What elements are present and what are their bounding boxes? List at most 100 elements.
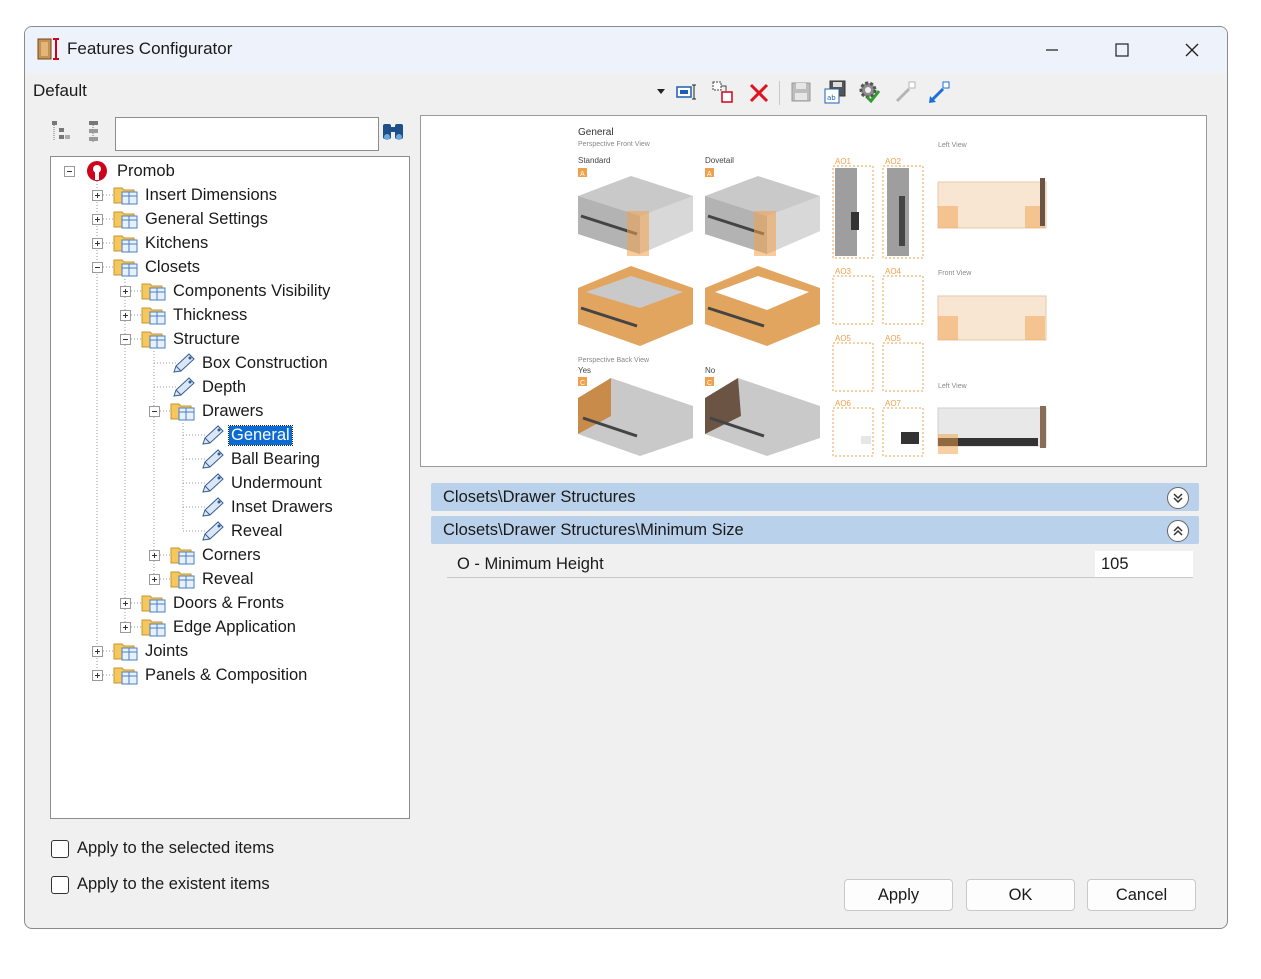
chevron-double-up-icon[interactable]: [1167, 520, 1189, 542]
features-tree[interactable]: Promob Insert Dimensions General Setting…: [50, 156, 410, 819]
expand-all-icon[interactable]: [51, 120, 71, 144]
category-drawer-structures[interactable]: Closets\Drawer Structures: [431, 483, 1199, 511]
tree-node-undermount[interactable]: Undermount: [199, 472, 324, 494]
drawer-back-no-image: [705, 378, 820, 456]
tree-node-joints[interactable]: Joints: [113, 640, 190, 662]
maximize-button[interactable]: [1087, 27, 1157, 73]
preview-left-view2-label: Left View: [938, 383, 968, 390]
tree-node-reveal-drawers[interactable]: Reveal: [199, 520, 284, 542]
expand-doors-fronts-toggle[interactable]: [120, 598, 131, 609]
folder-open-icon: [170, 403, 195, 421]
category-label: Closets\Drawer Structures\Minimum Size: [443, 521, 744, 539]
tree-node-label: Promob: [117, 161, 175, 180]
tree-node-general[interactable]: General: [199, 424, 293, 446]
tree-node-ball-bearing[interactable]: Ball Bearing: [199, 448, 322, 470]
new-profile-icon[interactable]: [711, 79, 735, 105]
svg-text:AO5: AO5: [885, 334, 902, 343]
minimum-height-value-field[interactable]: 105: [1095, 551, 1193, 577]
chevron-double-down-icon[interactable]: [1167, 487, 1189, 509]
preview-panel: General Perspective Front View Standard …: [420, 115, 1207, 467]
checkbox-label: Apply to the existent items: [77, 875, 270, 893]
folder-icon: [113, 643, 138, 661]
drawer-standard-image: [578, 176, 693, 256]
tree-node-box-construction[interactable]: Box Construction: [170, 352, 330, 374]
collapse-structure-toggle[interactable]: [120, 334, 131, 345]
preview-left-view-label: Left View: [938, 142, 968, 149]
expand-reveal-toggle[interactable]: [149, 574, 160, 585]
collapse-all-icon[interactable]: [87, 120, 101, 144]
collapse-promob-toggle[interactable]: [64, 166, 75, 177]
expand-insert-dimensions-toggle[interactable]: [92, 190, 103, 201]
cancel-button[interactable]: Cancel: [1087, 879, 1196, 911]
svg-text:AO1: AO1: [835, 157, 852, 166]
save-icon[interactable]: [789, 79, 813, 105]
tree-node-promob[interactable]: Promob: [85, 160, 177, 182]
expand-general-settings-toggle[interactable]: [92, 214, 103, 225]
tree-node-inset-drawers[interactable]: Inset Drawers: [199, 496, 335, 518]
drawer-back-yes-image: [578, 378, 693, 456]
preview-front-label: Perspective Front View: [578, 141, 651, 148]
checkbox-box[interactable]: [51, 875, 69, 894]
svg-text:A: A: [707, 171, 712, 178]
tree-node-label: Corners: [202, 545, 261, 564]
expand-components-visibility-toggle[interactable]: [120, 286, 131, 297]
folder-icon: [141, 307, 166, 325]
category-minimum-size[interactable]: Closets\Drawer Structures\Minimum Size: [431, 516, 1199, 544]
ok-button[interactable]: OK: [966, 879, 1075, 911]
tree-node-insert-dimensions[interactable]: Insert Dimensions: [113, 184, 279, 206]
tree-node-panels-composition[interactable]: Panels & Composition: [113, 664, 309, 686]
tree-node-doors-fronts[interactable]: Doors & Fronts: [141, 592, 286, 614]
tree-node-drawers[interactable]: Drawers: [170, 400, 265, 422]
preview-standard-label: Standard: [578, 156, 610, 165]
tree-node-edge-application[interactable]: Edge Application: [141, 616, 298, 638]
tree-node-label: Reveal: [202, 569, 254, 588]
expand-thickness-toggle[interactable]: [120, 310, 131, 321]
tree-node-label: Components Visibility: [173, 281, 331, 300]
expand-joints-toggle[interactable]: [92, 646, 103, 657]
expand-kitchens-toggle[interactable]: [92, 238, 103, 249]
drawer-preview-illustration: General Perspective Front View Standard …: [578, 127, 1047, 457]
apply-button[interactable]: Apply: [844, 879, 953, 911]
drawer-dovetail-image: [705, 176, 820, 256]
collapse-closets-toggle[interactable]: [92, 262, 103, 273]
delete-icon[interactable]: [747, 79, 771, 105]
import-icon[interactable]: [927, 79, 951, 105]
tree-node-label: Depth: [202, 377, 247, 396]
tree-node-closets[interactable]: Closets: [113, 256, 202, 278]
preview-front-view-label: Front View: [938, 270, 972, 277]
tree-node-general-settings[interactable]: General Settings: [113, 208, 270, 230]
tree-node-thickness[interactable]: Thickness: [141, 304, 249, 326]
preview-no-label: No: [705, 366, 716, 375]
close-button[interactable]: [1157, 27, 1227, 73]
save-as-icon[interactable]: ab: [823, 79, 847, 105]
category-label: Closets\Drawer Structures: [443, 488, 636, 506]
expand-panels-composition-toggle[interactable]: [92, 670, 103, 681]
checkbox-box[interactable]: [51, 839, 69, 858]
binoculars-icon[interactable]: [381, 121, 405, 143]
tree-search-input[interactable]: [115, 117, 379, 151]
tree-node-label: Inset Drawers: [231, 497, 333, 516]
apply-settings-icon[interactable]: [857, 79, 881, 105]
tree-node-corners[interactable]: Corners: [170, 544, 263, 566]
apply-existent-checkbox[interactable]: Apply to the existent items: [51, 875, 270, 894]
property-name: O - Minimum Height: [457, 555, 604, 573]
apply-selected-checkbox[interactable]: Apply to the selected items: [51, 839, 274, 858]
tree-node-label: Box Construction: [202, 353, 328, 372]
profile-name: Default: [33, 81, 87, 100]
expand-edge-application-toggle[interactable]: [120, 622, 131, 633]
rename-icon[interactable]: [675, 79, 699, 105]
tree-node-label: Edge Application: [173, 617, 296, 636]
svg-text:AO2: AO2: [885, 157, 902, 166]
tree-node-structure[interactable]: Structure: [141, 328, 242, 350]
folder-open-icon: [141, 331, 166, 349]
dropdown-arrow-icon[interactable]: [657, 89, 665, 95]
tree-node-components-visibility[interactable]: Components Visibility: [141, 280, 332, 302]
tree-node-kitchens[interactable]: Kitchens: [113, 232, 210, 254]
tree-node-depth[interactable]: Depth: [170, 376, 248, 398]
minimize-button[interactable]: [1017, 27, 1087, 73]
expand-corners-toggle[interactable]: [149, 550, 160, 561]
tree-node-label: Closets: [145, 257, 201, 276]
tree-node-reveal[interactable]: Reveal: [170, 568, 255, 590]
collapse-drawers-toggle[interactable]: [149, 406, 160, 417]
export-disabled-icon[interactable]: [893, 79, 917, 105]
